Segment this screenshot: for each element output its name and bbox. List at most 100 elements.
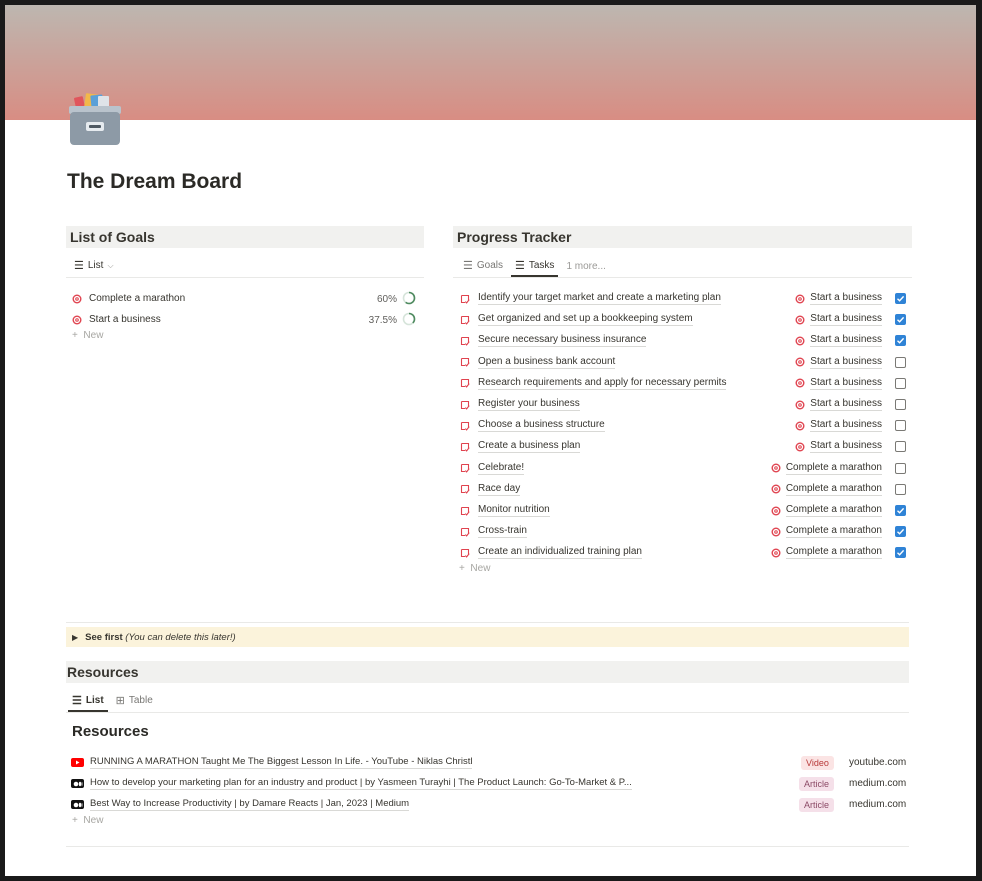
task-goal-relation[interactable]: Complete a marathon	[771, 546, 882, 560]
task-goal-relation[interactable]: Complete a marathon	[771, 462, 882, 475]
task-row[interactable]: Cross-train Complete a marathon	[460, 521, 906, 542]
task-goal-relation[interactable]: Start a business	[795, 313, 882, 327]
task-row[interactable]: Get organized and set up a bookkeeping s…	[460, 309, 906, 330]
resource-row[interactable]: Best Way to Increase Productivity | by D…	[71, 794, 906, 815]
task-icon	[460, 294, 470, 304]
goal-row[interactable]: Start a business	[72, 309, 161, 330]
task-goal-relation[interactable]: Start a business	[795, 356, 882, 369]
task-goal-relation[interactable]: Start a business	[795, 292, 882, 305]
resources-new-row[interactable]: + New	[72, 815, 103, 826]
task-goal-relation[interactable]: Complete a marathon	[771, 483, 882, 496]
task-done-checkbox[interactable]	[895, 293, 906, 304]
tracker-view-bar: ☰ Goals ☰ Tasks 1 more...	[453, 255, 912, 278]
task-done-checkbox[interactable]	[895, 335, 906, 347]
task-row[interactable]: Identify your target market and create a…	[460, 288, 906, 309]
resources-new-label: New	[83, 815, 104, 826]
task-row[interactable]: Open a business bank account Start a busi…	[460, 352, 906, 373]
progress-ring-icon	[402, 291, 416, 308]
task-done-checkbox[interactable]	[895, 526, 906, 538]
task-row[interactable]: Secure necessary business insurance Start…	[460, 330, 906, 351]
task-goal-name: Complete a marathon	[785, 461, 882, 475]
target-icon	[795, 357, 805, 367]
task-goal-name: Start a business	[810, 440, 882, 454]
checkmark-icon	[897, 507, 905, 514]
task-done-checkbox[interactable]	[895, 547, 906, 559]
task-row[interactable]: Choose a business structure Start a busin…	[460, 415, 906, 436]
task-done-checkbox[interactable]	[895, 483, 906, 495]
task-goal-name: Complete a marathon	[785, 525, 882, 539]
task-done-checkbox[interactable]	[895, 314, 906, 326]
task-goal-relation[interactable]: Complete a marathon	[771, 525, 882, 539]
task-row[interactable]: Create an individualized training plan Co…	[460, 542, 906, 563]
task-name: Secure necessary business insurance	[478, 334, 647, 348]
task-done-checkbox[interactable]	[895, 356, 906, 368]
task-row[interactable]: Celebrate! Complete a marathon	[460, 458, 906, 479]
tab-table-label: Table	[128, 695, 153, 706]
task-row[interactable]: Monitor nutrition Complete a marathon	[460, 500, 906, 521]
see-first-toggle[interactable]: ▶ See first (You can delete this later!)	[66, 627, 909, 647]
resource-row[interactable]: How to develop your marketing plan for a…	[71, 773, 906, 794]
task-done-checkbox[interactable]	[895, 399, 906, 410]
divider	[66, 846, 909, 847]
task-goal-relation[interactable]: Complete a marathon	[771, 504, 882, 517]
task-icon	[460, 421, 470, 431]
task-done-checkbox[interactable]	[895, 441, 906, 453]
callout-label: See first	[85, 631, 123, 643]
task-name: Get organized and set up a bookkeeping s…	[478, 313, 693, 327]
youtube-icon	[71, 758, 84, 767]
tab-goals[interactable]: ☰ Goals	[459, 259, 507, 277]
task-icon	[460, 548, 470, 558]
task-goal-relation[interactable]: Start a business	[795, 334, 882, 348]
task-row[interactable]: Race day Complete a marathon	[460, 479, 906, 500]
resource-type-tag: Article	[799, 777, 835, 791]
target-icon	[771, 463, 781, 473]
task-goal-relation[interactable]: Start a business	[795, 377, 882, 390]
target-icon	[771, 548, 781, 558]
task-goal-relation[interactable]: Start a business	[795, 440, 882, 454]
task-goal-relation[interactable]: Start a business	[795, 398, 882, 411]
tab-list-label: List	[85, 695, 104, 706]
tab-more[interactable]: 1 more...	[562, 261, 609, 277]
task-done-checkbox[interactable]	[895, 420, 906, 432]
task-goal-name: Start a business	[810, 334, 882, 348]
task-icon	[460, 400, 470, 410]
task-goal-relation[interactable]: Start a business	[795, 419, 882, 433]
task-goal-name: Start a business	[810, 376, 882, 390]
table-icon: ⊞	[115, 695, 125, 707]
task-goal-name: Start a business	[810, 398, 882, 411]
resource-title: Best Way to Increase Productivity | by D…	[90, 798, 410, 811]
card-file-box-icon[interactable]	[67, 91, 123, 147]
task-name: Register your business	[478, 398, 580, 411]
goal-row[interactable]: Complete a marathon	[72, 288, 185, 309]
tab-table[interactable]: ⊞ Table	[112, 694, 157, 712]
task-done-checkbox[interactable]	[895, 462, 906, 474]
callout-note: (You can delete this later!)	[125, 631, 236, 643]
tab-tasks[interactable]: ☰ Tasks	[511, 259, 559, 277]
resource-domain[interactable]: youtube.com	[849, 757, 906, 768]
resource-row[interactable]: RUNNING A MARATHON Taught Me The Biggest…	[71, 752, 906, 773]
resource-type-tag: Article	[799, 798, 835, 812]
task-row[interactable]: Create a business plan Start a business	[460, 436, 906, 457]
target-icon	[795, 400, 805, 410]
page-cover[interactable]	[5, 5, 976, 120]
resource-title: How to develop your marketing plan for a…	[90, 777, 632, 790]
task-done-checkbox[interactable]	[895, 505, 906, 516]
goals-view-list[interactable]: ☰ List ⌵	[66, 259, 118, 277]
checkmark-icon	[897, 317, 905, 323]
resource-domain[interactable]: medium.com	[849, 799, 906, 810]
tasks-new-row[interactable]: + New	[459, 563, 490, 574]
task-done-checkbox[interactable]	[895, 377, 906, 389]
task-row[interactable]: Register your business Start a business	[460, 394, 906, 415]
checkmark-icon	[897, 295, 905, 302]
resource-domain[interactable]: medium.com	[849, 778, 906, 789]
goal-progress: 60%	[377, 291, 416, 308]
checkmark-icon	[897, 338, 905, 345]
task-name: Race day	[478, 482, 521, 496]
checkmark-icon	[897, 529, 905, 535]
goals-new-row[interactable]: + New	[72, 330, 103, 341]
task-row[interactable]: Research requirements and apply for nece…	[460, 373, 906, 394]
task-icon	[460, 315, 470, 325]
tab-list[interactable]: ☰ List	[68, 694, 108, 712]
list-icon: ☰	[72, 695, 82, 707]
task-goal-name: Start a business	[810, 313, 882, 327]
